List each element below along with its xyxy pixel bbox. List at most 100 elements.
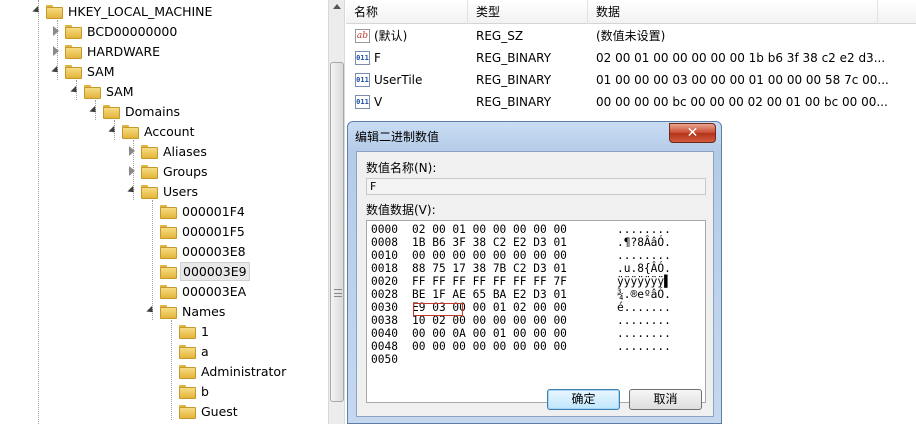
dialog-client: 数值名称(N): F 数值数据(V): 0000 02 00 01 00 00 0… bbox=[356, 151, 714, 417]
collapsed-arrow-icon[interactable] bbox=[51, 26, 61, 36]
column-header-type[interactable]: 类型 bbox=[468, 0, 588, 24]
tree-item[interactable]: Guest bbox=[165, 401, 240, 421]
hex-offset: 0048 bbox=[371, 340, 398, 353]
tree-item-label: 000003E9 bbox=[180, 261, 250, 281]
tree-item[interactable]: 000003E8 bbox=[146, 241, 248, 261]
tree-item[interactable]: 000003EA bbox=[146, 281, 248, 301]
hex-bytes: 00 00 0A 00 01 00 00 00 bbox=[412, 327, 567, 340]
expanded-arrow-icon[interactable] bbox=[108, 126, 118, 136]
value-name-field[interactable]: F bbox=[366, 178, 706, 195]
tree-item[interactable]: Domains bbox=[89, 101, 182, 121]
value-type: REG_BINARY bbox=[476, 51, 552, 65]
tree-item-label: 000001F4 bbox=[182, 203, 245, 219]
expanded-arrow-icon[interactable] bbox=[127, 186, 137, 196]
list-item[interactable]: 011 V REG_BINARY 00 00 00 00 bc 00 00 00… bbox=[346, 91, 916, 113]
tree-item[interactable]: 1 bbox=[165, 321, 211, 341]
tree-item-label: Names bbox=[182, 303, 226, 319]
collapsed-arrow-icon[interactable] bbox=[127, 146, 137, 156]
scroll-up-arrow-icon[interactable] bbox=[333, 4, 341, 9]
collapsed-arrow-icon[interactable] bbox=[127, 166, 137, 176]
tree-item[interactable]: Users bbox=[127, 181, 200, 201]
list-item[interactable]: 011 UserTile REG_BINARY 01 00 00 00 03 0… bbox=[346, 69, 916, 91]
hex-editor[interactable]: 0000 02 00 01 00 00 00 00 00........ 0008 1… bbox=[366, 220, 706, 403]
value-data: (数值未设置) bbox=[596, 29, 666, 43]
scrollbar-grip-icon bbox=[334, 289, 342, 297]
registry-tree[interactable]: HKEY_LOCAL_MACHINE BCD00000000 HARDWARE SAM… bbox=[0, 0, 328, 424]
tree-item[interactable]: a bbox=[165, 341, 211, 361]
tree-item[interactable]: Names bbox=[146, 301, 227, 321]
hex-ascii: ........ bbox=[617, 223, 671, 236]
binary-value-icon: 011 bbox=[355, 95, 370, 109]
tree-item[interactable]: Administrator bbox=[165, 361, 288, 381]
column-header-data[interactable]: 数据 bbox=[588, 0, 878, 24]
hex-offset: 0020 bbox=[371, 275, 398, 288]
hex-ascii: ........ bbox=[617, 340, 671, 353]
collapsed-arrow-icon[interactable] bbox=[51, 46, 61, 56]
value-data: 00 00 00 00 bc 00 00 00 02 00 01 00 bc 0… bbox=[596, 95, 888, 109]
tree-item[interactable]: Account bbox=[108, 121, 196, 141]
expanded-arrow-icon[interactable] bbox=[89, 106, 99, 116]
binary-value-icon: 011 bbox=[355, 51, 370, 65]
tree-item-label: Administrator bbox=[201, 363, 287, 379]
expanded-arrow-icon[interactable] bbox=[70, 86, 80, 96]
folder-icon bbox=[103, 104, 120, 119]
tree-guide bbox=[38, 0, 39, 424]
value-name-label: 数值名称(N): bbox=[366, 161, 437, 175]
value-type: REG_BINARY bbox=[476, 95, 552, 109]
tree-item-label: Domains bbox=[125, 103, 181, 119]
folder-icon bbox=[84, 84, 101, 99]
scrollbar-thumb[interactable] bbox=[330, 62, 344, 402]
expanded-arrow-icon[interactable] bbox=[146, 306, 156, 316]
folder-icon bbox=[46, 4, 63, 19]
tree-item[interactable]: BCD00000000 bbox=[51, 21, 179, 41]
tree-item-label: SAM bbox=[106, 83, 134, 99]
tree-item[interactable]: SAM bbox=[70, 81, 136, 101]
tree-item-label: 000001F5 bbox=[182, 223, 245, 239]
value-data: 02 00 01 00 00 00 00 00 1b b6 3f 38 c2 e… bbox=[596, 51, 886, 65]
list-item[interactable]: 011 F REG_BINARY 02 00 01 00 00 00 00 00… bbox=[346, 47, 916, 69]
tree-item[interactable]: 000001F4 bbox=[146, 201, 247, 221]
tree-item[interactable]: Groups bbox=[127, 161, 210, 181]
ok-button[interactable]: 确定 bbox=[547, 389, 620, 410]
tree-item[interactable]: 000001F5 bbox=[146, 221, 247, 241]
tree-item[interactable]: 000003E9 bbox=[146, 261, 250, 281]
tree-item-label: Aliases bbox=[163, 143, 207, 159]
folder-icon bbox=[65, 44, 82, 59]
hex-bytes: FF FF FF FF FF FF FF 7F bbox=[412, 275, 567, 288]
hex-offset: 0008 bbox=[371, 236, 398, 249]
hex-ascii: é....... bbox=[617, 301, 671, 314]
edit-binary-value-dialog: 编辑二进制数值 ✕ 数值名称(N): F 数值数据(V): 0000 02 00 … bbox=[347, 121, 722, 424]
hex-offset: 0000 bbox=[371, 223, 398, 236]
close-button[interactable]: ✕ bbox=[669, 123, 716, 143]
expanded-arrow-icon[interactable] bbox=[51, 66, 61, 76]
tree-scrollbar[interactable] bbox=[328, 0, 345, 424]
folder-icon bbox=[160, 204, 177, 219]
tree-item[interactable]: HKEY_LOCAL_MACHINE bbox=[32, 1, 214, 21]
folder-icon bbox=[160, 284, 177, 299]
tree-item[interactable]: Aliases bbox=[127, 141, 209, 161]
folder-icon bbox=[179, 404, 196, 419]
tree-item-label: 000003E8 bbox=[182, 243, 246, 259]
binary-value-icon: 011 bbox=[355, 73, 370, 87]
list-item[interactable]: ab (默认) REG_SZ (数值未设置) bbox=[346, 25, 916, 47]
expanded-arrow-icon[interactable] bbox=[32, 6, 42, 16]
value-name: F bbox=[374, 51, 381, 65]
tree-item[interactable]: HARDWARE bbox=[51, 41, 162, 61]
hex-ascii: ÿÿÿÿÿÿÿ▌ bbox=[617, 275, 671, 288]
hex-bytes: 00 00 00 00 00 00 00 00 bbox=[412, 340, 567, 353]
hex-offset: 0030 bbox=[371, 301, 398, 314]
folder-icon bbox=[160, 264, 177, 279]
tree-item-label: b bbox=[201, 383, 209, 399]
tree-item[interactable]: b bbox=[165, 381, 211, 401]
hex-bytes: 88 75 17 38 7B C2 D3 01 bbox=[412, 262, 567, 275]
hex-offset: 0038 bbox=[371, 314, 398, 327]
tree-item[interactable]: SAM bbox=[51, 61, 117, 81]
cancel-button[interactable]: 取消 bbox=[629, 389, 702, 410]
hex-ascii: ........ bbox=[617, 327, 671, 340]
value-type: REG_BINARY bbox=[476, 73, 552, 87]
column-header-name[interactable]: 名称 bbox=[346, 0, 468, 24]
